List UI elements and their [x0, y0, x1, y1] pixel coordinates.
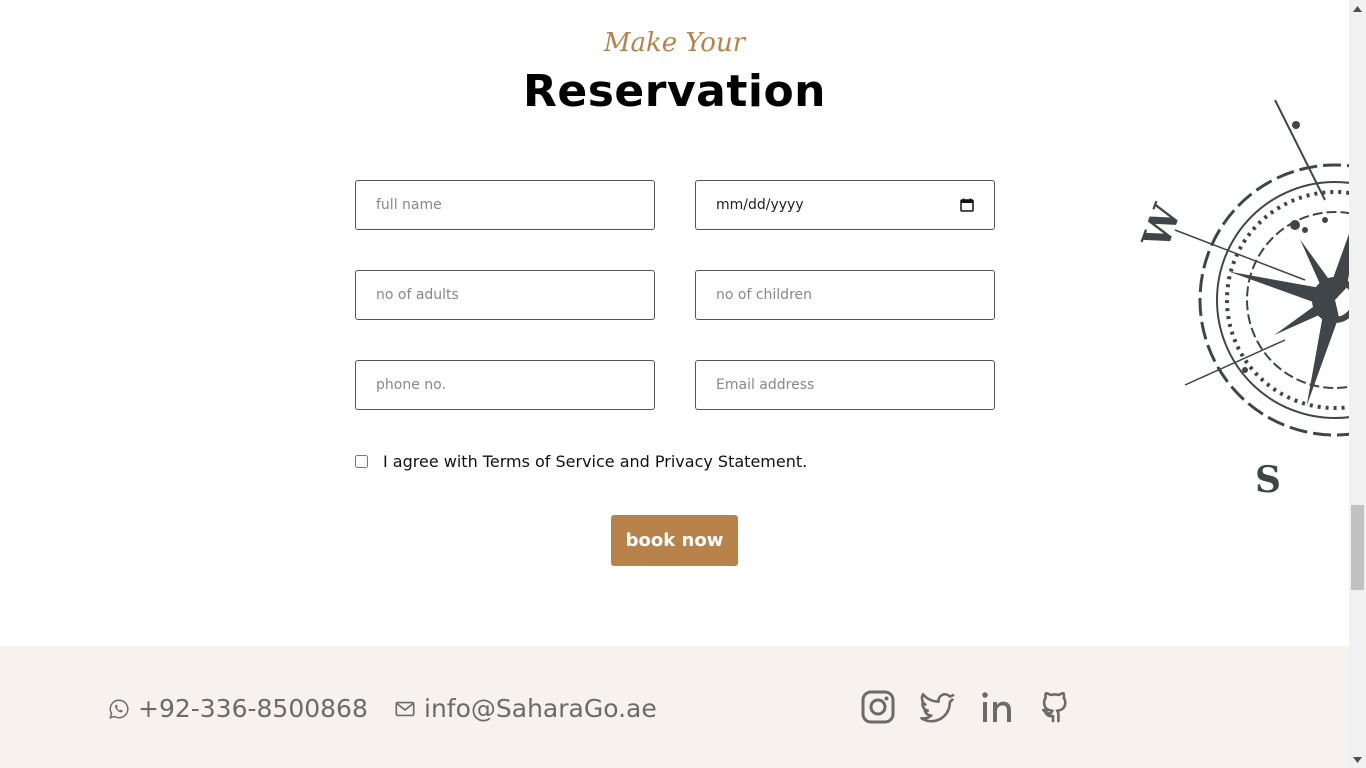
footer-phone[interactable]: +92-336-8500868 — [108, 694, 368, 723]
scroll-up-arrow-icon[interactable] — [1349, 0, 1366, 17]
svg-text:S: S — [1255, 459, 1281, 500]
phone-input[interactable] — [355, 360, 655, 410]
full-name-input[interactable] — [355, 180, 655, 230]
github-icon[interactable] — [1040, 689, 1076, 725]
date-placeholder: mm/dd/yyyy — [716, 197, 804, 213]
section-kicker: Make Your — [603, 28, 746, 58]
calendar-icon[interactable] — [960, 198, 974, 212]
scrollbar-thumb[interactable] — [1351, 505, 1364, 590]
date-input[interactable]: mm/dd/yyyy — [695, 180, 995, 230]
vertical-scrollbar[interactable] — [1349, 0, 1366, 768]
agree-label[interactable]: I agree with Terms of Service and Privac… — [383, 452, 807, 471]
agree-checkbox[interactable] — [355, 455, 368, 468]
compass-decoration-icon: W S — [1132, 100, 1349, 500]
children-input[interactable] — [695, 270, 995, 320]
reservation-page: Make Your Reservation mm/dd/yyyy I agree… — [0, 0, 1349, 768]
book-now-button[interactable]: book now — [611, 515, 738, 566]
svg-text:W: W — [1132, 197, 1190, 255]
scroll-down-arrow-icon[interactable] — [1349, 751, 1366, 768]
social-links — [860, 689, 1076, 725]
instagram-icon[interactable] — [860, 689, 896, 725]
footer-phone-text: +92-336-8500868 — [138, 694, 368, 723]
mail-icon — [395, 701, 415, 716]
whatsapp-icon — [109, 699, 129, 719]
adults-input[interactable] — [355, 270, 655, 320]
footer-email-text: info@SaharaGo.ae — [424, 694, 657, 723]
email-input[interactable] — [695, 360, 995, 410]
agree-row: I agree with Terms of Service and Privac… — [355, 452, 807, 471]
footer-email[interactable]: info@SaharaGo.ae — [394, 694, 657, 723]
twitter-icon[interactable] — [920, 689, 956, 725]
footer: +92-336-8500868 info@SaharaGo.ae — [0, 646, 1349, 768]
linkedin-icon[interactable] — [980, 689, 1016, 725]
